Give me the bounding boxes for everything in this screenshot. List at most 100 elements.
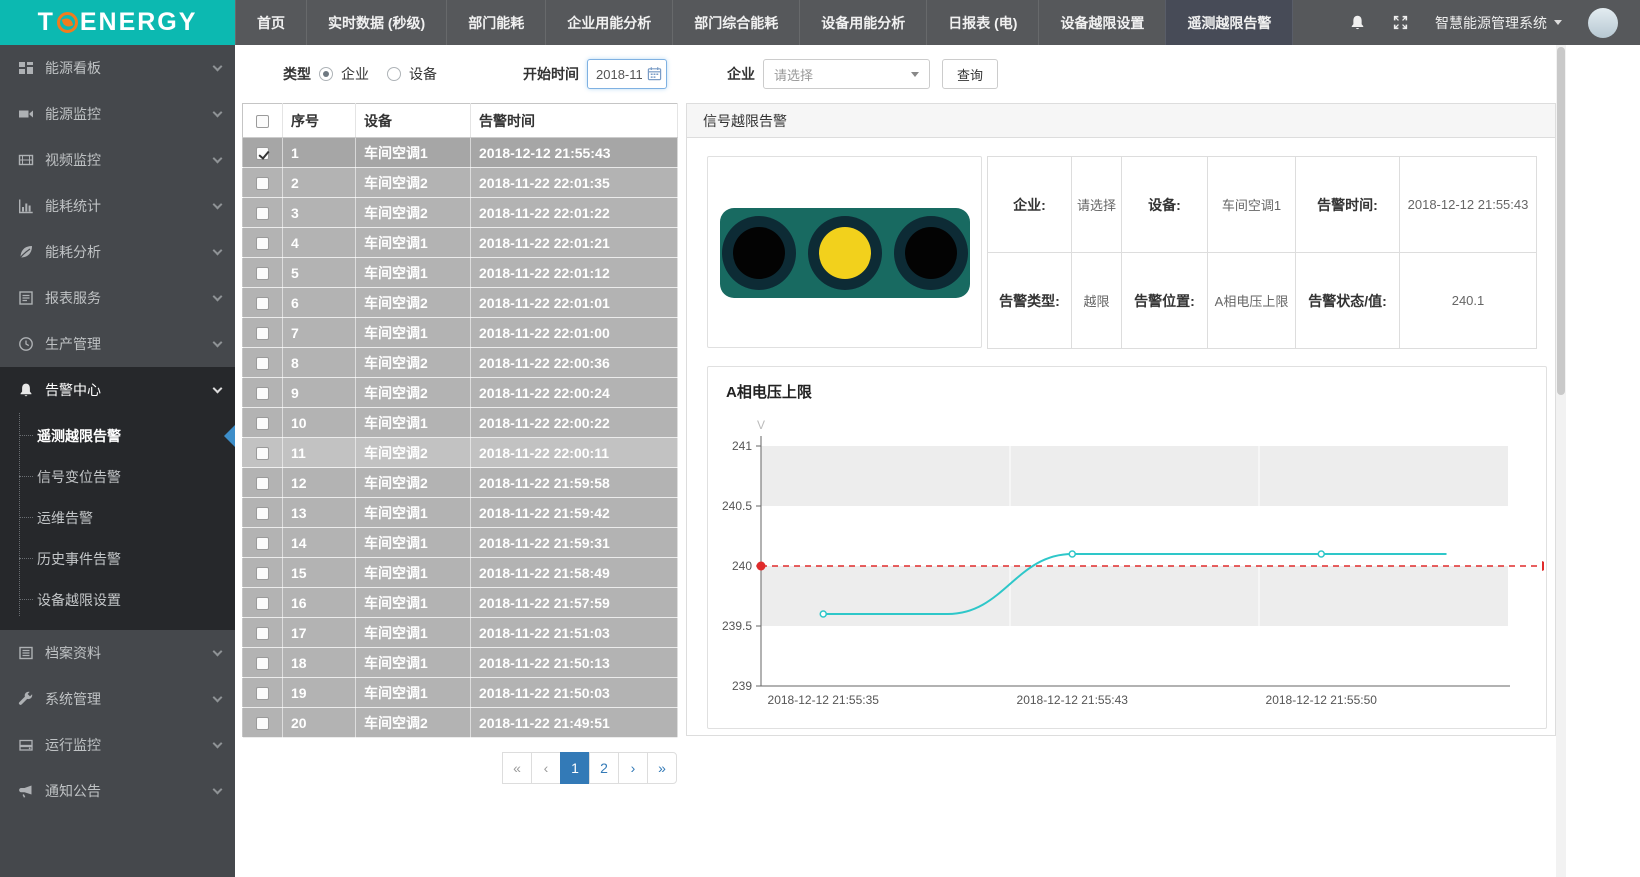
chevron-down-icon	[213, 337, 223, 347]
enterprise-select[interactable]: 请选择	[763, 59, 930, 89]
main-content: 类型 企业 设备 开始时间 企业 请选择 查询	[235, 45, 1640, 877]
cell-index: 20	[283, 708, 356, 738]
table-row[interactable]: 14 车间空调1 2018-11-22 21:59:31	[243, 528, 678, 558]
scrollbar-thumb[interactable]	[1557, 47, 1565, 395]
table-row[interactable]: 7 车间空调1 2018-11-22 22:01:00	[243, 318, 678, 348]
page-button[interactable]: »	[647, 752, 677, 784]
table-row[interactable]: 11 车间空调2 2018-11-22 22:00:11	[243, 438, 678, 468]
sidebar-item-alarm-center[interactable]: 告警中心	[0, 367, 235, 413]
select-all-checkbox[interactable]	[256, 115, 269, 128]
table-row[interactable]: 2 车间空调2 2018-11-22 22:01:35	[243, 168, 678, 198]
cell-index: 16	[283, 588, 356, 618]
bell-icon[interactable]	[1349, 14, 1366, 31]
nav-item[interactable]: 遥测越限告警	[1165, 0, 1293, 45]
page-button[interactable]: ›	[618, 752, 648, 784]
table-row[interactable]: 9 车间空调2 2018-11-22 22:00:24	[243, 378, 678, 408]
table-row[interactable]: 16 车间空调1 2018-11-22 21:57:59	[243, 588, 678, 618]
table-row[interactable]: 19 车间空调1 2018-11-22 21:50:03	[243, 678, 678, 708]
chevron-down-icon	[213, 199, 223, 209]
row-checkbox[interactable]	[256, 687, 269, 700]
table-row[interactable]: 10 车间空调1 2018-11-22 22:00:22	[243, 408, 678, 438]
nav-item[interactable]: 首页	[235, 0, 306, 45]
row-checkbox[interactable]	[256, 447, 269, 460]
sidebar-item[interactable]: 能耗统计	[0, 183, 235, 229]
dashboard-icon	[18, 60, 34, 76]
row-checkbox[interactable]	[256, 177, 269, 190]
archive-icon	[18, 645, 34, 661]
row-checkbox[interactable]	[256, 507, 269, 520]
row-checkbox[interactable]	[256, 297, 269, 310]
nav-item[interactable]: 企业用能分析	[545, 0, 672, 45]
nav-item[interactable]: 日报表 (电)	[926, 0, 1038, 45]
sidebar-subitem[interactable]: 设备越限设置	[0, 579, 235, 620]
sidebar-item[interactable]: 报表服务	[0, 275, 235, 321]
sidebar-item[interactable]: 能源看板	[0, 45, 235, 91]
table-row[interactable]: 15 车间空调1 2018-11-22 21:58:49	[243, 558, 678, 588]
row-checkbox[interactable]	[256, 387, 269, 400]
caret-down-icon	[911, 72, 919, 77]
page-button[interactable]: ‹	[531, 752, 561, 784]
cell-time: 2018-11-22 22:01:21	[471, 228, 678, 258]
table-row[interactable]: 6 车间空调2 2018-11-22 22:01:01	[243, 288, 678, 318]
nav-item[interactable]: 设备用能分析	[799, 0, 926, 45]
alarm-detail-panel: 信号越限告警 企业: 请选择 设备: 车间空调1	[686, 103, 1556, 736]
sidebar-item[interactable]: 档案资料	[0, 630, 235, 676]
row-checkbox[interactable]	[256, 207, 269, 220]
table-row[interactable]: 13 车间空调1 2018-11-22 21:59:42	[243, 498, 678, 528]
radio-device[interactable]	[387, 67, 401, 81]
row-checkbox[interactable]	[256, 237, 269, 250]
sidebar-item[interactable]: 运行监控	[0, 722, 235, 768]
start-time-field	[587, 59, 667, 89]
table-row[interactable]: 4 车间空调1 2018-11-22 22:01:21	[243, 228, 678, 258]
row-checkbox[interactable]	[256, 417, 269, 430]
nav-item[interactable]: 实时数据 (秒级)	[306, 0, 446, 45]
nav-item[interactable]: 部门能耗	[446, 0, 545, 45]
row-checkbox[interactable]	[256, 717, 269, 730]
table-row[interactable]: 8 车间空调2 2018-11-22 22:00:36	[243, 348, 678, 378]
sidebar-item[interactable]: 能耗分析	[0, 229, 235, 275]
system-menu[interactable]: 智慧能源管理系统	[1435, 13, 1562, 33]
sidebar-item[interactable]: 通知公告	[0, 768, 235, 814]
table-row[interactable]: 3 车间空调2 2018-11-22 22:01:22	[243, 198, 678, 228]
row-checkbox[interactable]	[256, 597, 269, 610]
row-checkbox[interactable]	[256, 567, 269, 580]
cell-device: 车间空调1	[356, 498, 471, 528]
nav-item[interactable]: 部门综合能耗	[672, 0, 799, 45]
cell-device: 车间空调2	[356, 198, 471, 228]
cell-index: 4	[283, 228, 356, 258]
avatar[interactable]	[1588, 8, 1618, 38]
row-checkbox[interactable]	[256, 357, 269, 370]
sidebar-item[interactable]: 能源监控	[0, 91, 235, 137]
sidebar-subitem[interactable]: 历史事件告警	[0, 538, 235, 579]
table-row[interactable]: 5 车间空调1 2018-11-22 22:01:12	[243, 258, 678, 288]
cell-index: 19	[283, 678, 356, 708]
sidebar-subitem[interactable]: 信号变位告警	[0, 456, 235, 497]
row-checkbox[interactable]	[256, 537, 269, 550]
fullscreen-icon[interactable]	[1392, 14, 1409, 31]
page-button[interactable]: «	[502, 752, 532, 784]
row-checkbox[interactable]	[256, 327, 269, 340]
sidebar-subitem[interactable]: 遥测越限告警	[0, 415, 235, 456]
sidebar-subitem[interactable]: 运维告警	[0, 497, 235, 538]
sidebar-item[interactable]: 生产管理	[0, 321, 235, 367]
table-row[interactable]: 20 车间空调2 2018-11-22 21:49:51	[243, 708, 678, 738]
calendar-icon[interactable]	[647, 66, 662, 81]
page-button[interactable]: 1	[560, 752, 590, 784]
row-checkbox[interactable]	[256, 267, 269, 280]
row-checkbox[interactable]	[256, 627, 269, 640]
row-checkbox[interactable]	[256, 657, 269, 670]
sidebar-item[interactable]: 系统管理	[0, 676, 235, 722]
radio-enterprise[interactable]	[319, 67, 333, 81]
cell-index: 11	[283, 438, 356, 468]
voltage-chart-card: A相电压上限 241240.5240239.5239V2018-12-12 21…	[707, 366, 1547, 729]
sidebar-item[interactable]: 视频监控	[0, 137, 235, 183]
query-button[interactable]: 查询	[942, 59, 998, 89]
table-row[interactable]: 1 车间空调1 2018-12-12 21:55:43	[243, 138, 678, 168]
row-checkbox[interactable]	[256, 147, 269, 160]
table-row[interactable]: 18 车间空调1 2018-11-22 21:50:13	[243, 648, 678, 678]
page-button[interactable]: 2	[589, 752, 619, 784]
table-row[interactable]: 12 车间空调2 2018-11-22 21:59:58	[243, 468, 678, 498]
table-row[interactable]: 17 车间空调1 2018-11-22 21:51:03	[243, 618, 678, 648]
row-checkbox[interactable]	[256, 477, 269, 490]
nav-item[interactable]: 设备越限设置	[1038, 0, 1165, 45]
